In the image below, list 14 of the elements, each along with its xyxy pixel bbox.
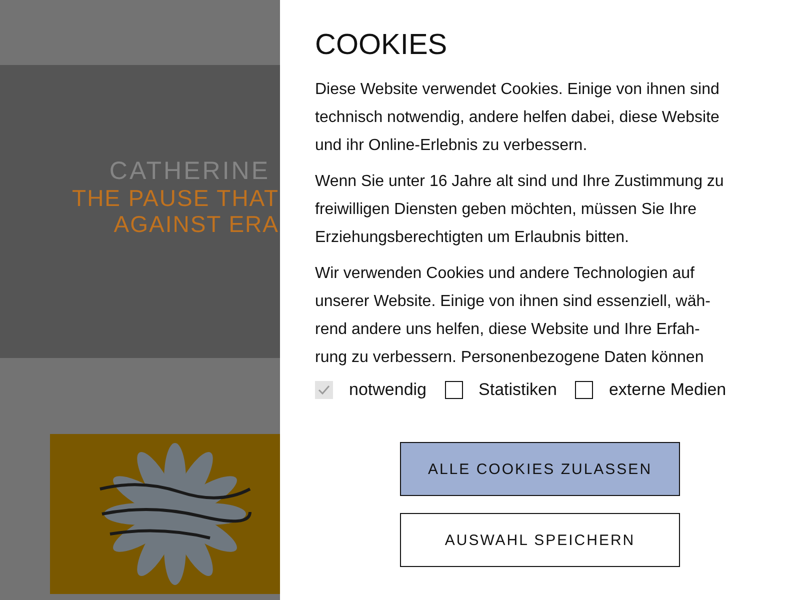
check-icon [318, 385, 330, 395]
hero-title: AGAINST ERA [114, 210, 279, 236]
checkbox-label: externe Medien [608, 380, 726, 400]
checkbox[interactable] [574, 381, 593, 399]
accept-all-button[interactable]: ALLE COOKIES ZULASSEN [400, 442, 680, 496]
checkbox-label: notwendig [349, 380, 427, 400]
checkbox[interactable] [444, 381, 463, 399]
checkbox-label: Statistiken [478, 380, 557, 400]
paragraph: Diese Website verwendet Cookies. Einige von ihnen sind technisch notwendig, andere helfen dabei, diese Website und ihr Online-Erlebnis zu verbessern. [315, 80, 720, 156]
panel-title: COOKIES [315, 28, 448, 62]
paragraph: Wir verwenden Cookies und andere Technologien auf unserer Website. Einige von ihnen sind essenziell, wäh- rend andere uns helfen, diese Website und Ihre Erfah- rung zu verbessern. Personenbezogene Daten können [315, 264, 712, 368]
paragraph: Wenn Sie unter 16 Jahre alt sind und Ihre Zustimmung zu freiwilligen Diensten geben möchten, müssen Sie Ihre Erziehungsberechtigten um Erlaubnis bitten. [315, 172, 725, 248]
hero-title: THE PAUSE THAT [72, 184, 279, 210]
save-selection-button[interactable]: AUSWAHL SPEICHERN [400, 513, 680, 567]
